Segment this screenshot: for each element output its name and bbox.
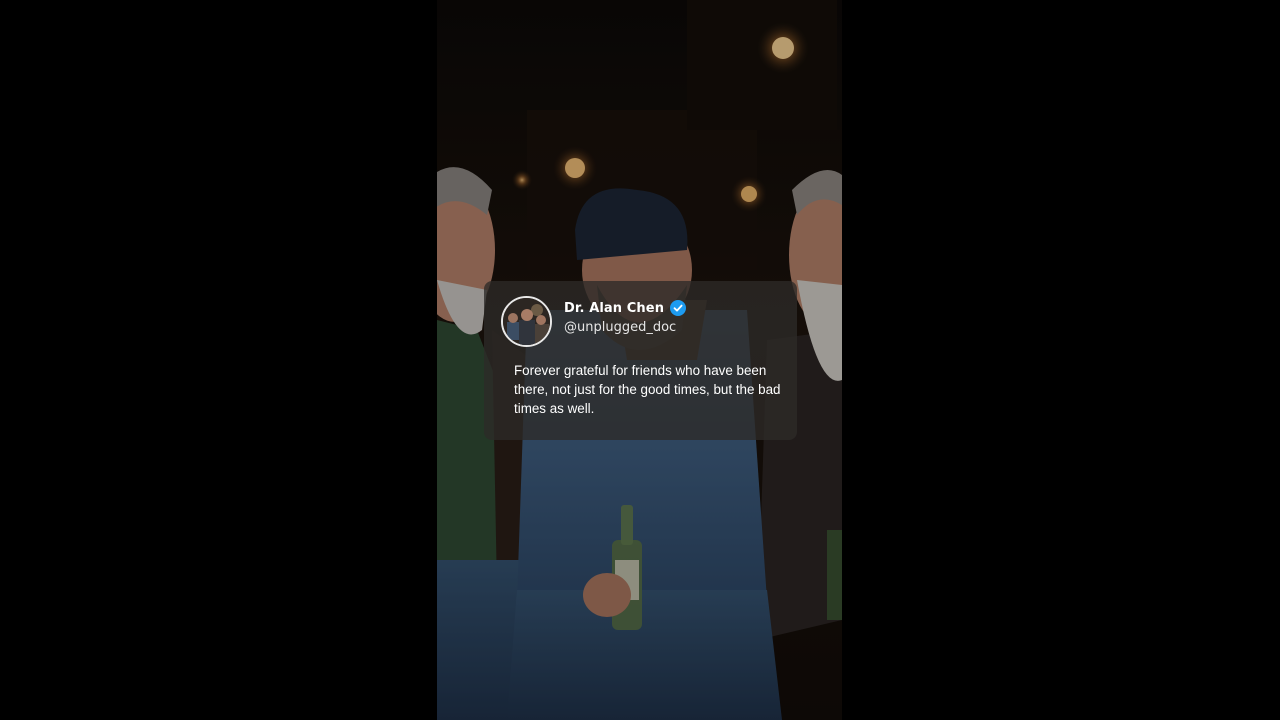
video-player-stage[interactable]: Dr. Alan Chen @unplugged_doc Forever gra… — [0, 0, 1280, 720]
profile-photo-icon — [503, 298, 550, 345]
tweet-card[interactable]: Dr. Alan Chen @unplugged_doc Forever gra… — [484, 281, 797, 440]
avatar[interactable] — [501, 296, 552, 347]
author-display-name[interactable]: Dr. Alan Chen — [564, 301, 664, 316]
author-handle[interactable]: @unplugged_doc — [564, 320, 676, 335]
author-name-row: Dr. Alan Chen — [564, 300, 687, 316]
tweet-body-text: Forever grateful for friends who have be… — [514, 363, 781, 416]
verified-check-icon — [670, 300, 687, 316]
